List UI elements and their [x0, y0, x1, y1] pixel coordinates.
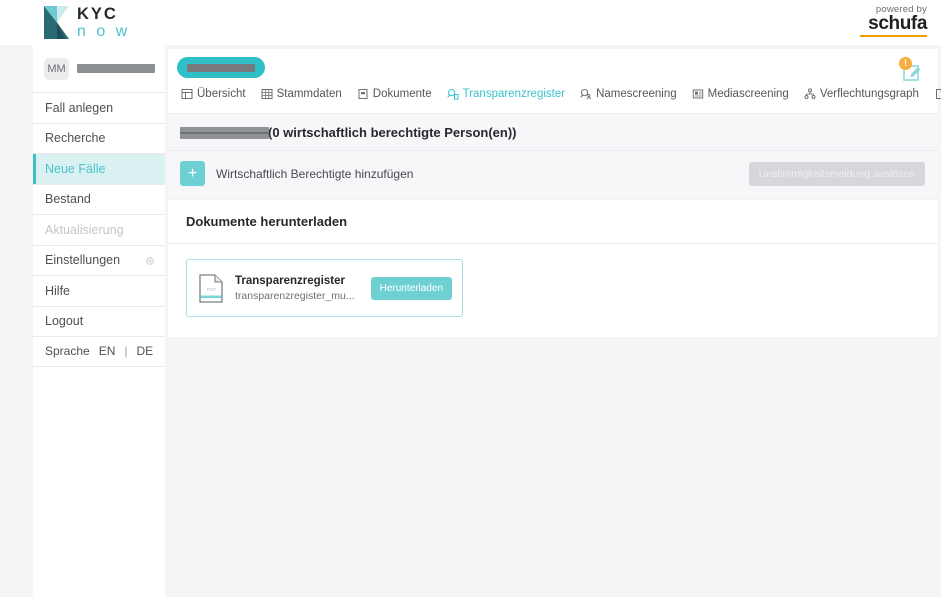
sidebar-item-hilfe[interactable]: Hilfe	[33, 275, 165, 306]
tab-namescreening[interactable]: Namescreening	[574, 86, 686, 102]
tab-label: Verflechtungsgraph	[819, 88, 919, 100]
downloads-header: Dokumente herunterladen	[168, 200, 938, 244]
case-tabs-panel: ! Übersicht Stammdaten Dokumente Transpa…	[168, 49, 941, 114]
company-name-redacted	[180, 126, 269, 139]
sidebar: MM Fall anlegen Recherche Neue Fälle Bes…	[33, 45, 165, 597]
logo-now-text: n o w	[77, 22, 131, 40]
tab-label: Übersicht	[197, 88, 246, 100]
sidebar-item-label: Recherche	[45, 131, 106, 146]
beneficial-owners-count: (0 wirtschaftlich berechtigte Person(en)…	[268, 125, 517, 140]
download-button[interactable]: Herunterladen	[370, 276, 452, 300]
case-name-pill[interactable]	[177, 57, 265, 78]
top-bar: KYC n o w powered by schufa	[0, 0, 941, 45]
overview-icon	[181, 89, 193, 99]
grid-icon	[261, 89, 273, 99]
tab-uebersicht[interactable]: Übersicht	[175, 86, 255, 102]
language-option-de[interactable]: DE	[137, 344, 154, 358]
discrepancy-report-button: Unstimmigkeitsmeldung auslösen	[748, 162, 925, 186]
sidebar-item-label: Fall anlegen	[45, 100, 114, 115]
sidebar-item-bestand[interactable]: Bestand	[33, 183, 165, 215]
tab-bar: Übersicht Stammdaten Dokumente Transpare…	[175, 82, 941, 106]
tab-label: Transparenzregister	[462, 88, 566, 100]
tab-label: Namescreening	[596, 88, 677, 100]
page-check-icon	[935, 89, 941, 99]
pdf-file-icon: PDF	[199, 273, 223, 303]
tab-mediascreening[interactable]: Mediascreening	[686, 86, 798, 102]
media-frame-icon	[692, 89, 703, 99]
language-separator: |	[124, 344, 128, 359]
sidebar-item-einstellungen[interactable]: Einstellungen	[33, 244, 165, 276]
document-card[interactable]: PDF Transparenzregister transparenzregis…	[186, 259, 463, 317]
sidebar-item-fall-anlegen[interactable]: Fall anlegen	[33, 92, 165, 123]
downloads-body: PDF Transparenzregister transparenzregis…	[168, 244, 938, 337]
app-logo[interactable]: KYC n o w	[44, 5, 130, 40]
sidebar-item-label: Logout	[45, 314, 84, 329]
sidebar-item-label: Bestand	[45, 192, 91, 207]
main-content: ! Übersicht Stammdaten Dokumente Transpa…	[165, 45, 941, 597]
case-name-redacted	[187, 63, 255, 72]
sidebar-item-label: Aktualisierung	[45, 222, 124, 237]
magnifier-doc-icon	[446, 88, 459, 100]
sidebar-item-label: Hilfe	[45, 283, 71, 298]
sidebar-item-aktualisierung: Aktualisierung	[33, 214, 165, 245]
tab-label: Dokumente	[372, 88, 432, 100]
schufa-underline	[860, 34, 927, 38]
tab-verflechtungsgraph[interactable]: Verflechtungsgraph	[798, 86, 928, 102]
tab-pruefungen[interactable]: Prüfungen	[928, 86, 941, 102]
magnifier-person-icon	[580, 88, 592, 100]
downloads-section-title: Dokumente herunterladen	[186, 214, 348, 229]
kyc-logo-mark-icon	[44, 5, 70, 39]
tab-label: Mediascreening	[707, 88, 789, 100]
svg-text:PDF: PDF	[207, 287, 216, 292]
document-icon	[358, 89, 368, 99]
document-title: Transparenzregister	[235, 274, 345, 287]
sidebar-user[interactable]: MM	[33, 45, 165, 92]
tab-transparenzregister[interactable]: Transparenzregister	[441, 86, 574, 102]
network-graph-icon	[804, 88, 816, 99]
document-filename: transparenzregister_mu...	[235, 289, 355, 302]
tab-dokumente[interactable]: Dokumente	[351, 86, 441, 102]
add-beneficial-owner-label[interactable]: Wirtschaftlich Berechtigte hinzufügen	[216, 167, 413, 181]
user-name-redacted	[77, 64, 155, 73]
beneficial-owners-title: (0 wirtschaftlich berechtigte Person(en)…	[168, 114, 938, 150]
add-beneficial-owner-row: + Wirtschaftlich Berechtigte hinzufügen …	[168, 150, 938, 196]
case-notification[interactable]: !	[898, 57, 924, 83]
language-selector: Sprache EN | DE	[33, 336, 165, 367]
language-label: Sprache	[45, 344, 90, 359]
gear-icon	[145, 255, 155, 266]
sidebar-item-neue-faelle[interactable]: Neue Fälle	[33, 153, 165, 184]
tab-label: Stammdaten	[276, 88, 342, 100]
schufa-wordmark: schufa	[868, 13, 927, 34]
sidebar-item-recherche[interactable]: Recherche	[33, 122, 165, 154]
sidebar-item-label: Neue Fälle	[45, 161, 106, 176]
notification-badge: !	[899, 57, 912, 70]
avatar: MM	[44, 57, 69, 80]
language-option-en[interactable]: EN	[99, 344, 116, 358]
sidebar-item-logout[interactable]: Logout	[33, 305, 165, 337]
powered-by-schufa: powered by schufa	[860, 4, 927, 38]
sidebar-item-label: Einstellungen	[45, 253, 121, 268]
app-root: KYC n o w powered by schufa MM Fall anle…	[0, 0, 941, 597]
logo-kyc-text: KYC	[77, 5, 118, 23]
tab-stammdaten[interactable]: Stammdaten	[255, 86, 351, 102]
plus-icon[interactable]: +	[180, 161, 205, 186]
